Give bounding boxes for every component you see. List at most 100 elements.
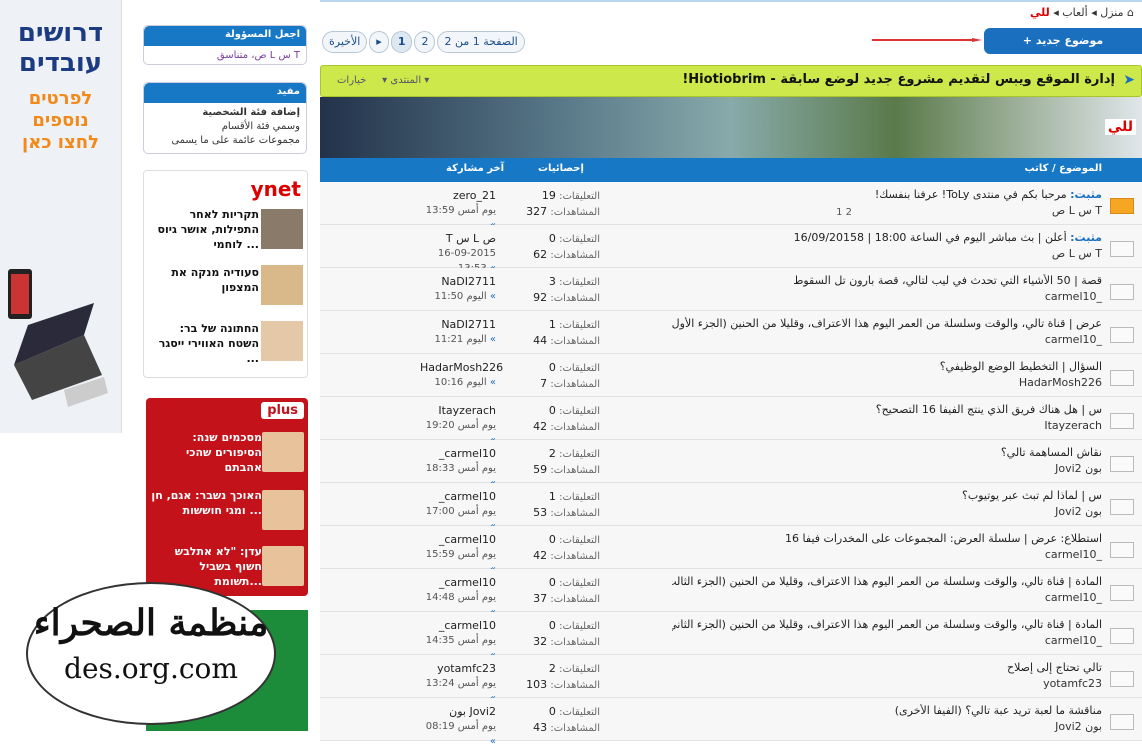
thread-title[interactable]: السؤال | التخطيط الوضع الوظيفي؟ <box>672 360 1102 373</box>
thread-last-post[interactable]: بون Jovi2 يوم أمس 08:19 « <box>420 704 496 749</box>
thread-stats: التعليقات: 0 المشاهدات: 32 <box>533 619 600 648</box>
thread-title[interactable]: مثبت: أعلن | بث مباشر اليوم في الساعة 18… <box>672 231 1102 244</box>
last-post-date: يوم أمس 19:20 <box>425 420 496 431</box>
thread-row[interactable]: مثبت: مرحبا بكم في منتدى ToLy! عرفنا بنف… <box>320 182 1142 231</box>
thread-author[interactable]: T س L ص <box>802 247 1102 260</box>
thread-last-post[interactable]: NaDI2711 اليوم 11:21 « <box>420 317 496 347</box>
sidebar-link[interactable]: إضافة فئة الشخصية <box>150 106 300 120</box>
home-icon[interactable]: ⌂ <box>1127 6 1134 19</box>
pager-last[interactable]: الأخيرة <box>322 31 368 53</box>
thread-author[interactable]: _carmel10 <box>802 333 1102 346</box>
last-post-date: يوم أمس 17:00 <box>425 506 496 517</box>
thread-author[interactable]: بون Jovi2 <box>802 720 1102 733</box>
thread-row[interactable]: س | لماذا لم تبث عبر يوتيوب؟ بون Jovi2 الت… <box>320 483 1142 532</box>
thread-row[interactable]: تالي تحتاج إلى إصلاح yotamfc23 التعليقات: … <box>320 655 1142 704</box>
thread-author[interactable]: _carmel10 <box>802 548 1102 561</box>
sidebar-box-title: اجعل المسؤولة <box>144 26 306 46</box>
thread-last-post[interactable]: HadarMosh226 اليوم 10:16 « <box>420 360 503 390</box>
ynet-thumb[interactable] <box>261 265 303 305</box>
envelope-icon <box>1110 714 1134 730</box>
thread-stats: التعليقات: 0 المشاهدات: 7 <box>540 361 600 390</box>
thread-title[interactable]: س | لماذا لم تبث عبر يوتيوب؟ <box>672 489 1102 502</box>
last-post-date: اليوم 10:16 <box>434 377 487 388</box>
sidebar-box-title: مفيد <box>144 83 306 103</box>
thread-title[interactable]: استطلاع: عرض | سلسلة العرض: المجموعات عل… <box>672 532 1102 545</box>
pplus-thumb[interactable] <box>262 490 304 530</box>
thread-title[interactable]: قصة | 50 الأشياء التي تحدث في ليب لتالي،… <box>672 274 1102 287</box>
thread-author[interactable]: Itayzerach <box>802 419 1102 432</box>
thread-title[interactable]: مثبت: مرحبا بكم في منتدى ToLy! عرفنا بنف… <box>672 188 1102 201</box>
thread-title[interactable]: نقاش المساهمة تالي؟ <box>672 446 1102 459</box>
last-post-date: يوم أمس 13:59 <box>425 205 496 216</box>
thread-author[interactable]: _carmel10 <box>802 591 1102 604</box>
thread-row[interactable]: المادة | قناة تالي، والوقت وسلسلة من الع… <box>320 569 1142 618</box>
thread-pages[interactable]: 1 2 <box>836 207 852 218</box>
thread-title[interactable]: المادة | قناة تالي، والوقت وسلسلة من الع… <box>672 618 1102 631</box>
thread-row[interactable]: السؤال | التخطيط الوضع الوظيفي؟ HadarMosh… <box>320 354 1142 397</box>
thread-author[interactable]: _carmel10 <box>802 290 1102 303</box>
last-post-user: NaDI2711 <box>441 275 496 288</box>
last-post-user: zero_21 <box>452 189 496 202</box>
ynet-thumb[interactable] <box>261 321 303 361</box>
thread-row[interactable]: عرض | قناة تالي، والوقت وسلسلة من العمر … <box>320 311 1142 354</box>
envelope-icon <box>1110 456 1134 472</box>
last-post-user: T س L ص <box>445 232 496 245</box>
thread-title[interactable]: مناقشة ما لعبة تريد عبة تالي؟ (الفيفا ال… <box>672 704 1102 717</box>
ynet-headline[interactable]: תקריות לאחר התפילות, אושר גיוס לוחמי ... <box>149 207 259 252</box>
pplus-logo[interactable]: plus <box>261 402 304 419</box>
ynet-headline[interactable]: החתונה של בר: השטח האווירי ייסגר ... <box>149 321 259 366</box>
ynet-headline[interactable]: סעודיה מנקה את המצפון <box>149 265 259 295</box>
thread-row[interactable]: استطلاع: عرض | سلسلة العرض: المجموعات عل… <box>320 526 1142 575</box>
pplus-headline[interactable]: מסכמים שנה: הסיפורים שהכי אהבתם <box>150 430 262 475</box>
breadcrumb-games[interactable]: ألعاب <box>1062 6 1087 19</box>
last-post-date: يوم أمس 15:59 <box>425 549 496 560</box>
thread-stats: التعليقات: 2 المشاهدات: 103 <box>526 662 600 691</box>
pager-info[interactable]: الصفحة 1 من 2 <box>437 31 525 53</box>
ynet-thumb[interactable] <box>261 209 303 249</box>
watermark-url: des.org.com <box>64 652 238 685</box>
pplus-headline[interactable]: האוכך נשבר: אגם, חן ומגי חוששות ... <box>150 488 262 518</box>
sidebar-box-body[interactable]: ص، متناسق L س T <box>144 46 306 64</box>
thread-author[interactable]: _carmel10 <box>802 634 1102 647</box>
last-post-date: يوم أمس 13:24 <box>425 678 496 689</box>
thread-row[interactable]: س | هل هناك فريق الذي ينتج الفيفا 16 الت… <box>320 397 1142 446</box>
thread-author[interactable]: بون Jovi2 <box>802 505 1102 518</box>
ynet-widget: ynet תקריות לאחר התפילות, אושר גיוס לוחמ… <box>143 170 308 378</box>
last-post-user: NaDI2711 <box>441 318 496 331</box>
pplus-thumb[interactable] <box>262 432 304 472</box>
envelope-icon <box>1110 542 1134 558</box>
thread-last-post[interactable]: NaDI2711 اليوم 11:50 « <box>420 274 496 304</box>
pager-next-icon[interactable]: ▸ <box>369 31 389 53</box>
thread-title[interactable]: عرض | قناة تالي، والوقت وسلسلة من العمر … <box>672 317 1102 330</box>
ynet-logo[interactable]: ynet <box>251 177 301 201</box>
ad-banner-jobs[interactable]: דרושים עובדים לפרטים נוספים לחצו כאן <box>0 0 122 433</box>
pager-page[interactable]: 2 <box>414 31 436 53</box>
forum-options[interactable]: المنتدى ▾ خيارات ▾ <box>337 75 429 86</box>
thread-title[interactable]: س | هل هناك فريق الذي ينتج الفيفا 16 الت… <box>672 403 1102 416</box>
col-topic[interactable]: الموضوع / كاتب <box>1025 163 1102 174</box>
envelope-icon <box>1110 628 1134 644</box>
sticky-label: مثبت: <box>1070 188 1102 201</box>
thread-row[interactable]: مثبت: أعلن | بث مباشر اليوم في الساعة 18… <box>320 225 1142 274</box>
thread-row[interactable]: قصة | 50 الأشياء التي تحدث في ليب لتالي،… <box>320 268 1142 311</box>
pplus-thumb[interactable] <box>262 546 304 586</box>
forum-icon: ➤ <box>1123 72 1135 88</box>
sidebar-box-responsible: اجعل المسؤولة ص، متناسق L س T <box>143 25 307 65</box>
forum-banner-image: للي <box>320 97 1142 158</box>
sidebar-link[interactable]: وسمي فئة الأقسام <box>150 120 300 134</box>
top-divider <box>320 0 1142 2</box>
thread-row[interactable]: مناقشة ما لعبة تريد عبة تالي؟ (الفيفا ال… <box>320 698 1142 747</box>
thread-author[interactable]: بون Jovi2 <box>802 462 1102 475</box>
pplus-widget: plus מסכמים שנה: הסיפורים שהכי אהבתם האו… <box>146 398 308 596</box>
thread-row[interactable]: المادة | قناة تالي، والوقت وسلسلة من الع… <box>320 612 1142 661</box>
thread-title[interactable]: تالي تحتاج إلى إصلاح <box>672 661 1102 674</box>
breadcrumb-home[interactable]: منزل <box>1100 6 1123 19</box>
new-topic-button[interactable]: + موضوع جديد <box>984 28 1142 54</box>
sidebar-link[interactable]: مجموعات عائمة على ما يسمى <box>150 134 300 148</box>
sidebar-box-useful: مفيد إضافة فئة الشخصية وسمي فئة الأقسام … <box>143 82 307 154</box>
devices-image <box>8 269 108 407</box>
thread-row[interactable]: نقاش المساهمة تالي؟ بون Jovi2 التعليقات: 2… <box>320 440 1142 489</box>
thread-author[interactable]: yotamfc23 <box>802 677 1102 690</box>
thread-author[interactable]: HadarMosh226 <box>802 376 1102 389</box>
thread-title[interactable]: المادة | قناة تالي، والوقت وسلسلة من الع… <box>672 575 1102 588</box>
